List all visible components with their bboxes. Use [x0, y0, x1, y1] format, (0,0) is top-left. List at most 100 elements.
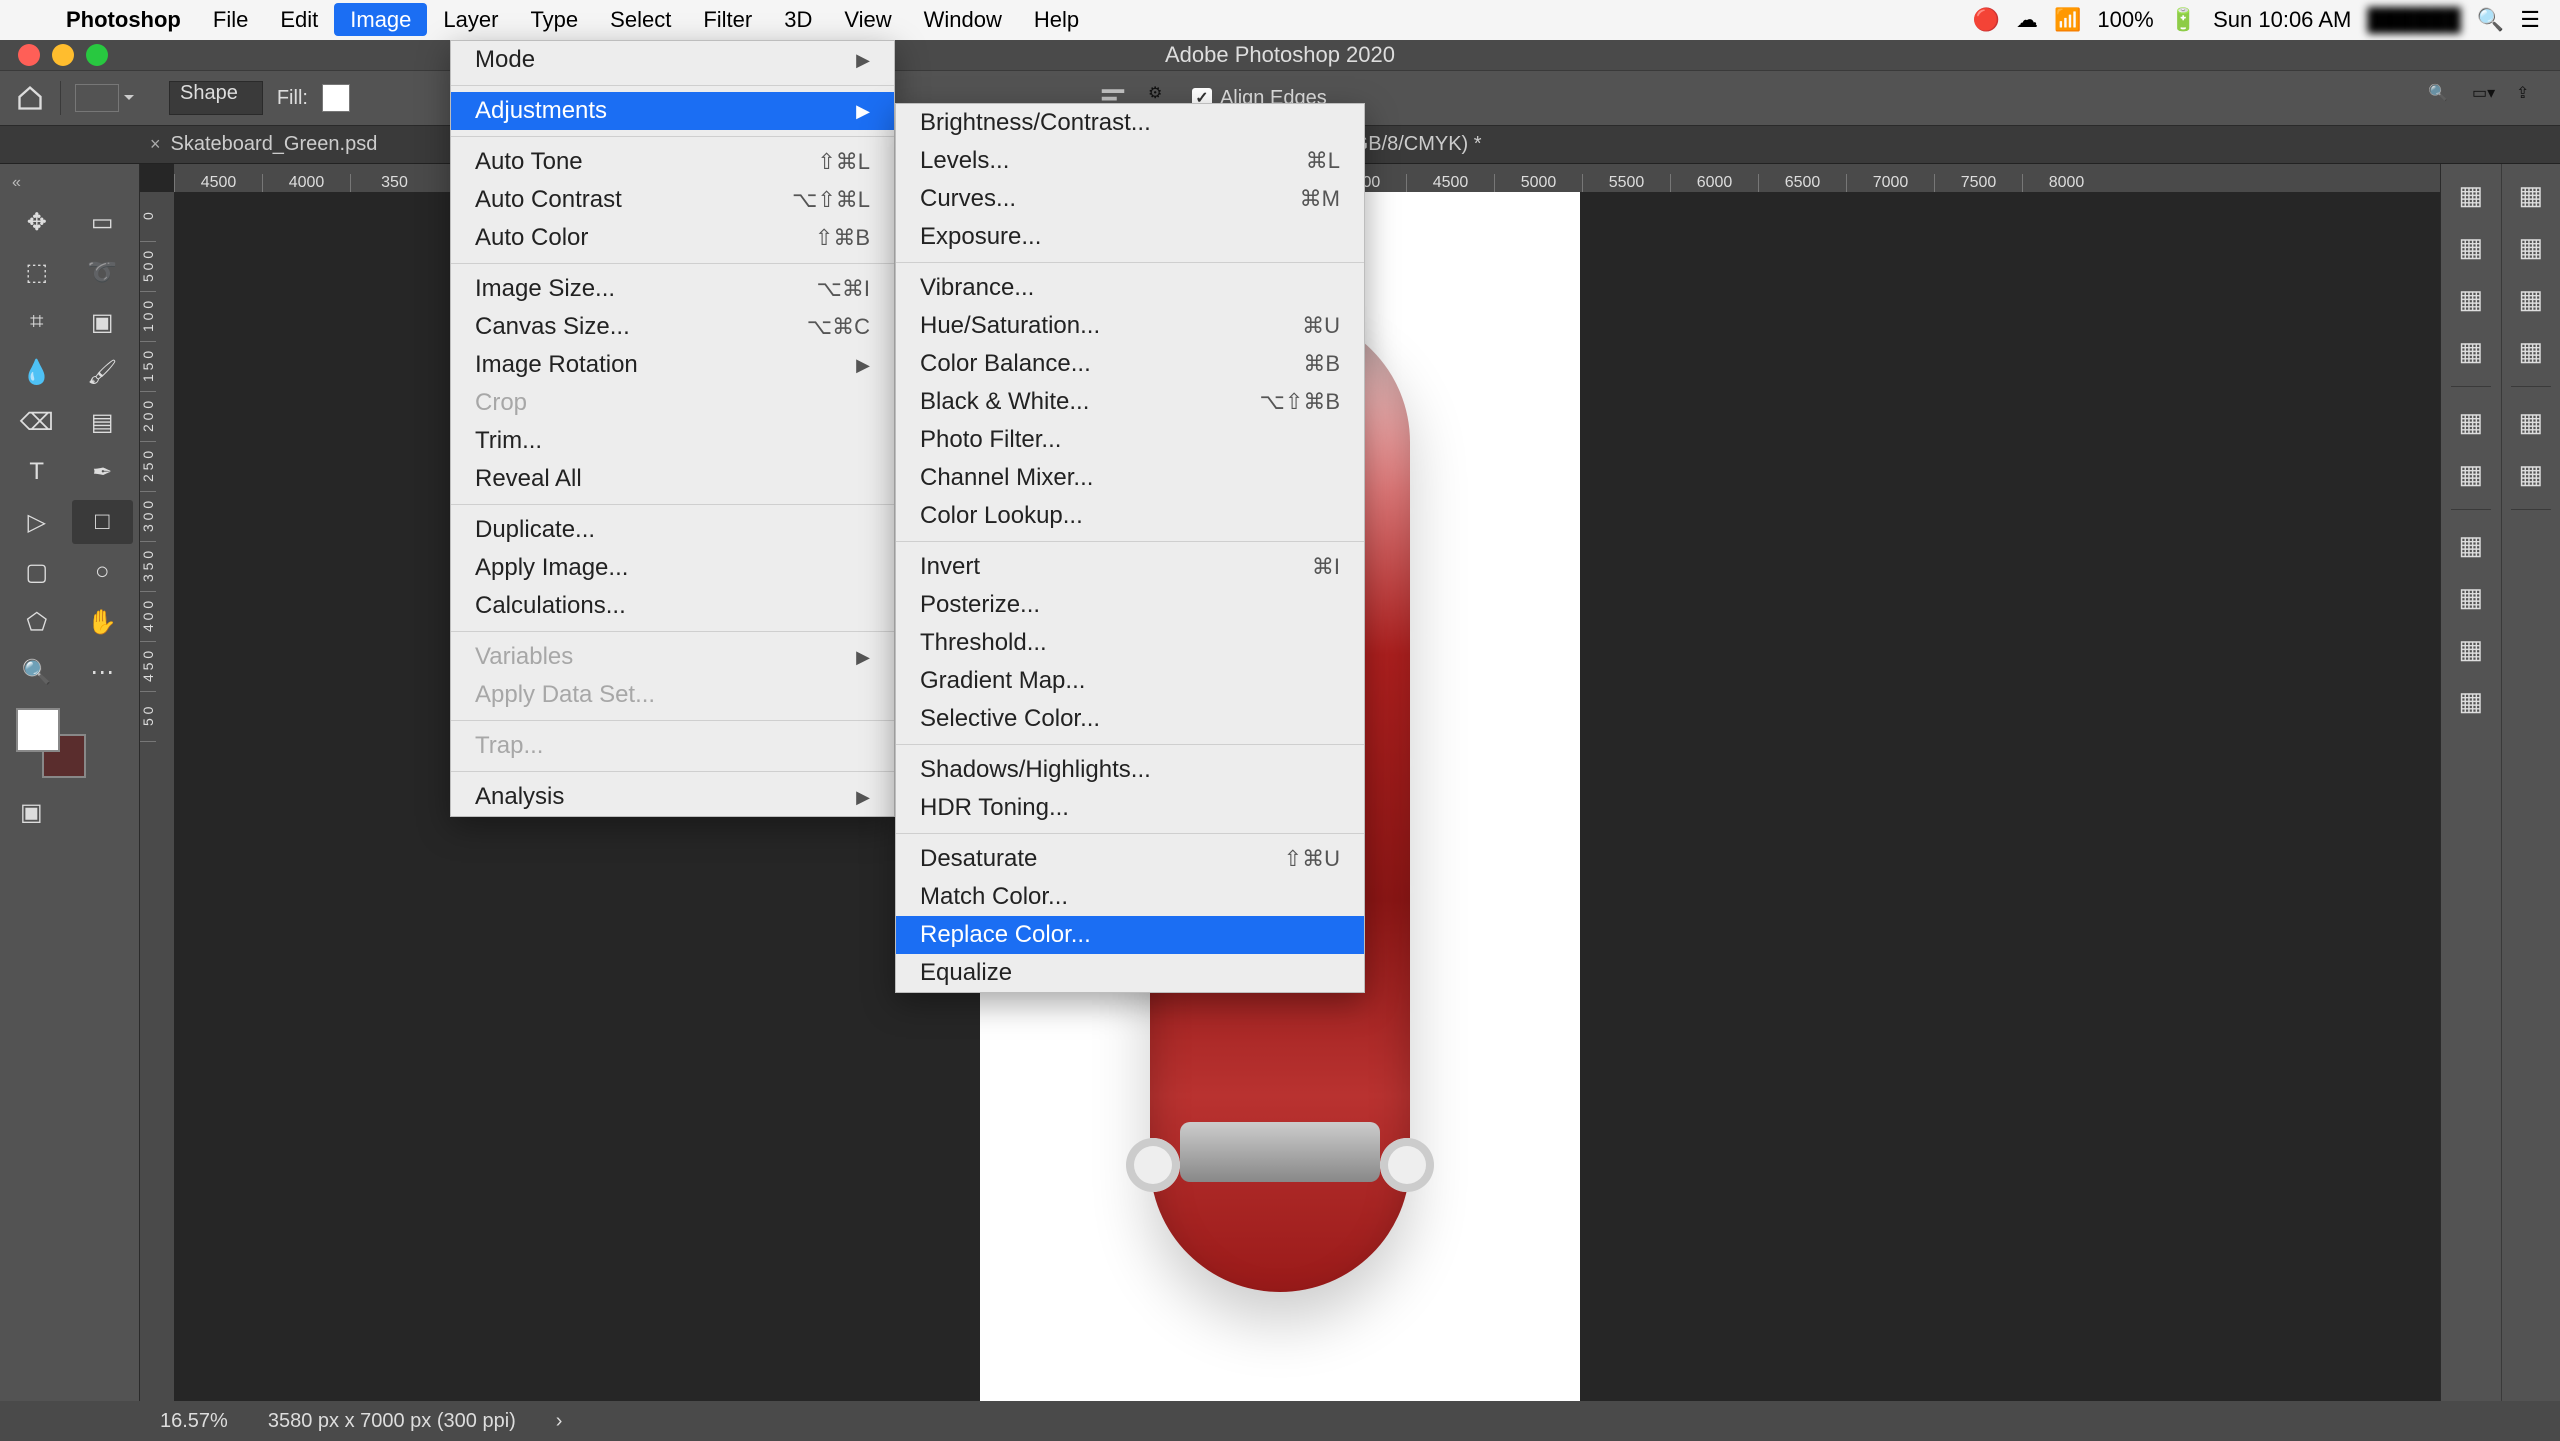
image-menu-auto-color[interactable]: Auto Color⇧⌘B	[451, 219, 894, 257]
image-menu-auto-tone[interactable]: Auto Tone⇧⌘L	[451, 143, 894, 181]
menu-edit[interactable]: Edit	[264, 3, 334, 36]
libraries-icon[interactable]: ▦	[2514, 405, 2548, 439]
quickmask-icon[interactable]: ▣	[20, 798, 133, 827]
adjustments-menu-channel-mixer[interactable]: Channel Mixer...	[896, 459, 1364, 497]
share-icon[interactable]: ⇪	[2516, 83, 2546, 113]
crop-tool[interactable]: ⌗	[6, 300, 68, 344]
image-menu-image-rotation[interactable]: Image Rotation▶	[451, 346, 894, 384]
menu-select[interactable]: Select	[594, 3, 687, 36]
adjustments-menu-exposure[interactable]: Exposure...	[896, 218, 1364, 256]
image-menu-apply-image[interactable]: Apply Image...	[451, 549, 894, 587]
swatches-panel-icon[interactable]: ▦	[2454, 334, 2488, 368]
adjustments-menu-levels[interactable]: Levels...⌘L	[896, 142, 1364, 180]
menu-view[interactable]: View	[828, 3, 907, 36]
eyedropper-tool[interactable]: 💧	[6, 350, 68, 394]
app-name[interactable]: Photoshop	[50, 3, 197, 37]
polygon-tool[interactable]: ⬠	[6, 600, 68, 644]
adjustments-menu-gradient-map[interactable]: Gradient Map...	[896, 662, 1364, 700]
adjustments-menu-photo-filter[interactable]: Photo Filter...	[896, 421, 1364, 459]
adjustments-menu-hue-saturation[interactable]: Hue/Saturation...⌘U	[896, 307, 1364, 345]
collapse-toolbox-icon[interactable]: «	[6, 172, 133, 194]
doc-tab-1[interactable]: × Skateboard_Green.psd	[150, 133, 377, 156]
info-panel-icon[interactable]: ▦	[2454, 684, 2488, 718]
tool-mode-select[interactable]: Shape	[169, 81, 263, 115]
history-panel-icon[interactable]: ▦	[2454, 580, 2488, 614]
adjustments-menu-replace-color[interactable]: Replace Color...	[896, 916, 1364, 954]
home-button[interactable]	[14, 84, 46, 112]
image-menu-auto-contrast[interactable]: Auto Contrast⌥⇧⌘L	[451, 181, 894, 219]
path-select-tool[interactable]: ▷	[6, 500, 68, 544]
style-icon[interactable]: ▦	[2514, 334, 2548, 368]
image-menu-image-size[interactable]: Image Size...⌥⌘I	[451, 270, 894, 308]
shape-preset-picker[interactable]	[75, 84, 119, 112]
close-icon[interactable]: ×	[150, 134, 161, 155]
adjustments-menu-color-balance[interactable]: Color Balance...⌘B	[896, 345, 1364, 383]
foreground-color-swatch[interactable]	[16, 708, 60, 752]
menu-file[interactable]: File	[197, 3, 264, 36]
adjustments-menu-vibrance[interactable]: Vibrance...	[896, 269, 1364, 307]
type-style-icon[interactable]: ▦	[2514, 178, 2548, 212]
gradient-tool[interactable]: ▤	[72, 400, 134, 444]
zoom-tool[interactable]: 🔍	[6, 650, 68, 694]
ellipse-tool[interactable]: ○	[72, 550, 134, 594]
adjustments-menu-color-lookup[interactable]: Color Lookup...	[896, 497, 1364, 535]
image-menu-adjustments[interactable]: Adjustments▶	[451, 92, 894, 130]
marquee-tool[interactable]: ⬚	[6, 250, 68, 294]
menu-window[interactable]: Window	[908, 3, 1018, 36]
adjustments-menu-equalize[interactable]: Equalize	[896, 954, 1364, 992]
adjustments-menu-posterize[interactable]: Posterize...	[896, 586, 1364, 624]
close-window-button[interactable]	[18, 44, 40, 66]
adjustments-menu-threshold[interactable]: Threshold...	[896, 624, 1364, 662]
adjustments-menu-invert[interactable]: Invert⌘I	[896, 548, 1364, 586]
lasso-tool[interactable]: ➰	[72, 250, 134, 294]
menu-layer[interactable]: Layer	[427, 3, 514, 36]
lightbulb-icon[interactable]: ▦	[2454, 528, 2488, 562]
menu-type[interactable]: Type	[514, 3, 594, 36]
adjustments-menu-black-white[interactable]: Black & White...⌥⇧⌘B	[896, 383, 1364, 421]
image-menu-duplicate[interactable]: Duplicate...	[451, 511, 894, 549]
adjustments-submenu[interactable]: Brightness/Contrast...Levels...⌘LCurves.…	[895, 103, 1365, 993]
menu-3d[interactable]: 3D	[768, 3, 828, 36]
menu-filter[interactable]: Filter	[687, 3, 768, 36]
image-menu-analysis[interactable]: Analysis▶	[451, 778, 894, 816]
artboard-tool[interactable]: ▭	[72, 200, 134, 244]
properties-panel-icon[interactable]: ▦	[2454, 405, 2488, 439]
frame-tool[interactable]: ▣	[72, 300, 134, 344]
adjustments-menu-match-color[interactable]: Match Color...	[896, 878, 1364, 916]
adjustments-menu-selective-color[interactable]: Selective Color...	[896, 700, 1364, 738]
search-icon[interactable]: 🔍	[2428, 83, 2458, 113]
fill-swatch[interactable]	[322, 84, 350, 112]
rectangle-tool[interactable]: □	[72, 500, 134, 544]
navigator-panel-icon[interactable]: ▦	[2454, 632, 2488, 666]
adjustments-menu-brightness-contrast[interactable]: Brightness/Contrast...	[896, 104, 1364, 142]
paragraph-style-icon[interactable]: ▦	[2514, 230, 2548, 264]
paragraph-panel-icon[interactable]: ▦	[2454, 282, 2488, 316]
adjustments-menu-curves[interactable]: Curves...⌘M	[896, 180, 1364, 218]
eraser-tool[interactable]: ⌫	[6, 400, 68, 444]
adjustments-panel-icon[interactable]: ▦	[2454, 457, 2488, 491]
rounded-rect-tool[interactable]: ▢	[6, 550, 68, 594]
menu-help[interactable]: Help	[1018, 3, 1095, 36]
spotlight-icon[interactable]: 🔍	[2477, 7, 2504, 33]
control-center-icon[interactable]: ☰	[2520, 7, 2540, 33]
minimize-window-button[interactable]	[52, 44, 74, 66]
layers-icon[interactable]: ▦	[2514, 457, 2548, 491]
character-panel-icon[interactable]: ▦	[2454, 230, 2488, 264]
layers-panel-icon[interactable]: ▦	[2454, 178, 2488, 212]
adjustments-menu-desaturate[interactable]: Desaturate⇧⌘U	[896, 840, 1364, 878]
workspace-switcher-icon[interactable]: ▭▾	[2472, 83, 2502, 113]
image-menu-trim[interactable]: Trim...	[451, 422, 894, 460]
image-menu-canvas-size[interactable]: Canvas Size...⌥⌘C	[451, 308, 894, 346]
image-menu[interactable]: Mode▶ Adjustments▶ Auto Tone⇧⌘LAuto Contra…	[450, 40, 895, 817]
zoom-window-button[interactable]	[86, 44, 108, 66]
glyphs-panel-icon[interactable]: ▦	[2514, 282, 2548, 316]
adjustments-menu-hdr-toning[interactable]: HDR Toning...	[896, 789, 1364, 827]
foreground-background-swatch[interactable]	[16, 708, 86, 778]
more-tools[interactable]: ⋯	[72, 650, 134, 694]
image-menu-reveal-all[interactable]: Reveal All	[451, 460, 894, 498]
type-tool[interactable]: T	[6, 450, 68, 494]
hand-tool[interactable]: ✋	[72, 600, 134, 644]
image-menu-mode[interactable]: Mode▶	[451, 41, 894, 79]
document-info[interactable]: 3580 px x 7000 px (300 ppi)	[268, 1410, 516, 1433]
window-traffic-lights[interactable]	[18, 44, 108, 66]
